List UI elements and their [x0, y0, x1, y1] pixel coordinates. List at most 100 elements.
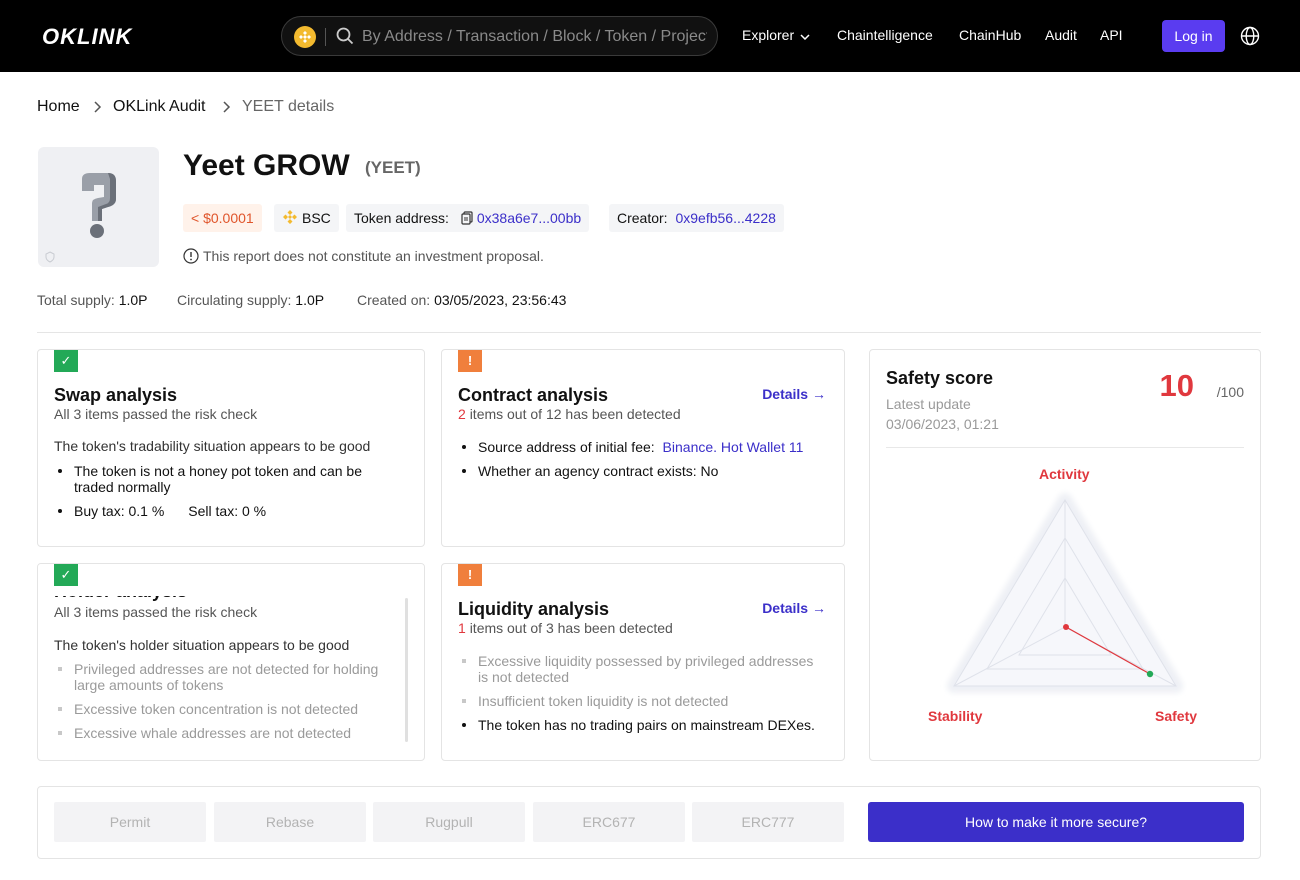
liquidity-item-privileged-line2: is not detected — [478, 669, 570, 685]
contract-item-agency: Whether an agency contract exists: No — [461, 463, 719, 479]
contract-item-fee: Source address of initial fee: Binance. … — [461, 439, 804, 455]
warning-icon: ! — [458, 564, 482, 586]
token-address-badge: Token address: 0x38a6e7...00bb — [346, 204, 590, 232]
circulating-supply-label: Circulating supply: — [177, 292, 292, 308]
total-supply-label: Total supply: — [37, 292, 115, 308]
swap-analysis-card: ✓ Swap analysis All 3 items passed the r… — [37, 349, 425, 547]
holder-item-privileged: Privileged addresses are not detected fo… — [57, 661, 379, 693]
liquidity-item-privileged: Excessive liquidity possessed by privile… — [461, 653, 814, 685]
nav-api[interactable]: API — [1100, 27, 1123, 43]
copy-icon — [461, 211, 473, 225]
liquidity-subtitle: 1 items out of 3 has been detected — [458, 620, 673, 636]
contract-fee-label: Source address of initial fee: — [478, 439, 655, 455]
search-box[interactable] — [281, 16, 718, 56]
radar-chart — [947, 493, 1183, 693]
token-address-label: Token address: — [354, 210, 449, 226]
swap-item-tax: Buy tax: 0.1 % Sell tax: 0 % — [57, 503, 267, 519]
disclaimer-text: This report does not constitute an inves… — [203, 248, 544, 264]
swap-item-honeypot-line1: The token is not a honey pot token and c… — [74, 463, 362, 479]
scrollbar[interactable] — [405, 598, 408, 742]
liquidity-item-dex: The token has no trading pairs on mainst… — [462, 717, 815, 733]
tag-permit[interactable]: Permit — [54, 802, 206, 842]
axis-label-safety: Safety — [1155, 708, 1198, 724]
tag-rugpull[interactable]: Rugpull — [373, 802, 525, 842]
safety-score-card: Safety score 10 /100 Latest update 03/06… — [869, 349, 1261, 761]
token-name: Yeet GROW — [183, 149, 350, 182]
created-on-value: 03/05/2023, 23:56:43 — [434, 292, 567, 308]
nav-chainhub[interactable]: ChainHub — [959, 27, 1021, 43]
login-button[interactable]: Log in — [1162, 20, 1225, 52]
holder-analysis-card: Holder analysis ✓ All 3 items passed the… — [37, 563, 425, 761]
token-symbol: (YEET) — [365, 158, 421, 177]
total-supply-value: 1.0P — [118, 292, 148, 308]
contract-title: Contract analysis — [458, 385, 609, 405]
shield-icon — [45, 251, 55, 263]
contract-details-link[interactable]: Details → — [762, 386, 826, 402]
creator-badge: Creator: 0x9efb56...4228 — [609, 204, 784, 232]
nav-explorer-label: Explorer — [742, 27, 795, 43]
creator-label: Creator: — [617, 210, 668, 226]
liquidity-title: Liquidity analysis — [458, 599, 610, 619]
safety-score-max: /100 — [1216, 384, 1244, 400]
warning-icon: ! — [458, 350, 482, 372]
check-icon: ✓ — [54, 350, 78, 372]
tag-erc777[interactable]: ERC777 — [692, 802, 844, 842]
top-nav-bar: OKLINK Explorer Chaintelligence ChainHub… — [0, 0, 1300, 72]
contract-fee-link[interactable]: Binance. Hot Wallet 11 — [663, 439, 804, 455]
chevron-right-icon — [221, 100, 231, 117]
breadcrumb-home[interactable]: Home — [37, 98, 80, 116]
creator-address-link[interactable]: 0x9efb56...4228 — [675, 210, 775, 226]
chain-badge: BSC — [274, 204, 339, 232]
holder-item-whale: Excessive whale addresses are not detect… — [57, 725, 352, 741]
axis-label-stability: Stability — [928, 708, 983, 724]
tag-rebase[interactable]: Rebase — [214, 802, 366, 842]
nav-explorer[interactable]: Explorer — [742, 27, 810, 43]
contract-analysis-card: ! Contract analysis Details → 2 items ou… — [441, 349, 845, 547]
liquidity-details-link[interactable]: Details → — [762, 600, 826, 616]
price-badge: < $0.0001 — [183, 204, 262, 232]
disclaimer: This report does not constitute an inves… — [183, 248, 544, 267]
swap-subtitle: All 3 items passed the risk check — [54, 406, 258, 422]
token-address-link[interactable]: 0x38a6e7...00bb — [477, 210, 581, 226]
bnb-chain-icon[interactable] — [294, 26, 316, 48]
created-on: Created on: 03/05/2023, 23:56:43 — [357, 292, 566, 308]
holder-item-privileged-line2: large amounts of tokens — [74, 677, 224, 693]
liquidity-analysis-card: ! Liquidity analysis Details → 1 items o… — [441, 563, 845, 761]
make-secure-button[interactable]: How to make it more secure? — [868, 802, 1244, 842]
liquidity-item-insufficient: Insufficient token liquidity is not dete… — [461, 693, 729, 709]
axis-label-activity: Activity — [1039, 466, 1090, 482]
question-mark-icon — [82, 173, 116, 238]
liquidity-item-privileged-line1: Excessive liquidity possessed by privile… — [478, 653, 814, 669]
contract-subtitle-text: items out of 12 has been detected — [469, 406, 681, 422]
holder-item-privileged-line1: Privileged addresses are not detected fo… — [74, 661, 379, 677]
swap-lead: The token's tradability situation appear… — [54, 438, 371, 454]
nav-audit[interactable]: Audit — [1045, 27, 1077, 43]
globe-icon[interactable] — [1240, 26, 1260, 49]
tag-erc677[interactable]: ERC677 — [533, 802, 685, 842]
holder-scroll-mask — [38, 564, 424, 596]
oklink-logo[interactable]: OKLINK — [42, 24, 132, 50]
radar-point-safety — [1146, 670, 1154, 678]
breadcrumb-audit[interactable]: OKLink Audit — [113, 98, 206, 116]
liquidity-subtitle-text: items out of 3 has been detected — [469, 620, 673, 636]
bnb-icon — [283, 210, 297, 224]
sell-tax: Sell tax: 0 % — [188, 503, 267, 519]
holder-subtitle: All 3 items passed the risk check — [54, 604, 258, 620]
created-on-label: Created on: — [357, 292, 431, 308]
search-divider — [325, 28, 326, 46]
safety-score-title: Safety score — [886, 368, 994, 388]
search-icon — [336, 27, 354, 48]
nav-chaintelligence[interactable]: Chaintelligence — [837, 27, 933, 43]
liquidity-count: 1 — [458, 620, 466, 636]
latest-update-value: 03/06/2023, 01:21 — [886, 416, 999, 432]
search-input[interactable] — [362, 26, 707, 48]
total-supply: Total supply: 1.0P — [37, 292, 148, 308]
swap-title: Swap analysis — [54, 385, 178, 405]
circulating-supply-value: 1.0P — [295, 292, 325, 308]
safety-score-value: 10 — [1159, 368, 1194, 403]
buy-tax: Buy tax: 0.1 % — [74, 503, 165, 519]
check-icon: ✓ — [54, 564, 78, 586]
token-logo — [38, 147, 159, 267]
chain-label: BSC — [302, 210, 331, 226]
info-icon — [183, 248, 199, 267]
